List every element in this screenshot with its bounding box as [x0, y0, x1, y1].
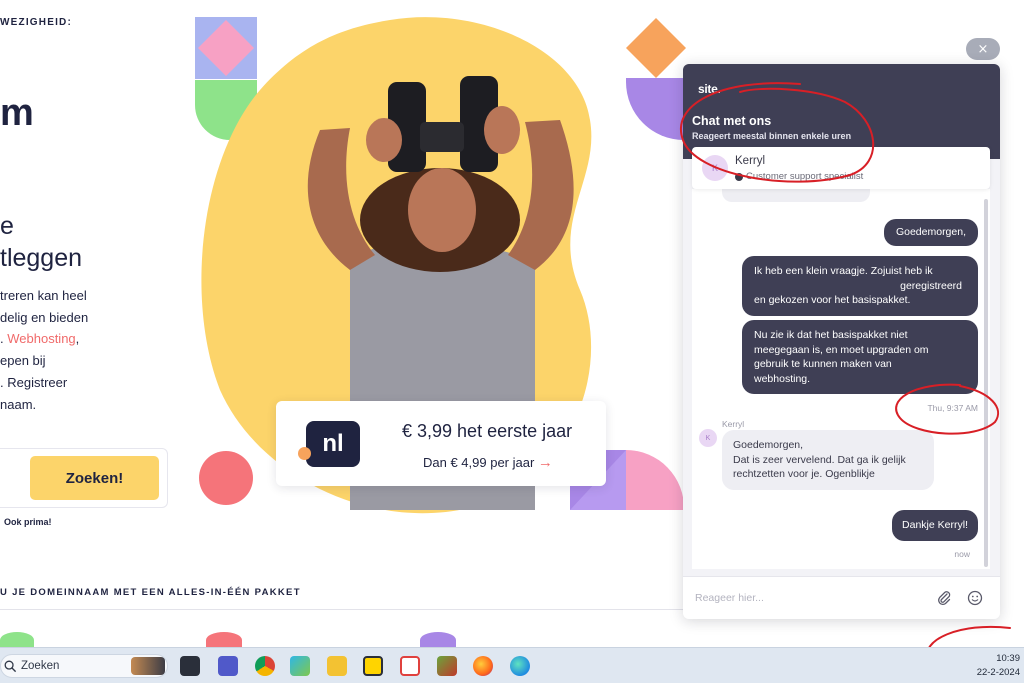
taskbar-search-label: Zoeken [21, 660, 60, 672]
search-button[interactable]: Zoeken! [30, 456, 159, 500]
coral-circle [199, 451, 253, 505]
paperclip-icon[interactable] [936, 590, 952, 606]
message-line: Nu zie ik dat het basispakket niet [754, 329, 908, 341]
paragraph-line: epen bij [0, 353, 46, 369]
message-timestamp: Thu, 9:37 AM [927, 403, 978, 413]
paragraph-line: treren kan heel [0, 288, 87, 303]
snipping-tool-icon[interactable] [400, 656, 420, 676]
agent-role: Customer support specialist [735, 171, 863, 182]
person-right-hand [484, 106, 520, 154]
price-sub[interactable]: Dan € 4,99 per jaar → [423, 454, 553, 471]
price-sub-text: Dan € 4,99 per jaar [423, 455, 535, 470]
chrome-icon[interactable] [255, 656, 275, 676]
pink-quarter-bottom [626, 449, 685, 510]
windows-taskbar: Zoeken 10:39 22-2-2024 [0, 647, 1024, 683]
feature-icon-purple [420, 632, 456, 648]
chat-widget: site. Chat met ons Reageert meestal binn… [683, 64, 1000, 619]
chat-message-input[interactable] [695, 589, 915, 607]
paragraph-line: delig en bieden [0, 309, 89, 325]
teams-icon[interactable] [218, 656, 238, 676]
reply-author: Kerryl [722, 419, 745, 429]
paragraph-line: . Registreer [0, 374, 68, 390]
section-divider [0, 609, 684, 610]
taskbar-search[interactable]: Zoeken [0, 654, 168, 678]
orange-diamond [626, 18, 686, 78]
firefox-icon[interactable] [473, 656, 493, 676]
clock-date: 22-2-2024 [976, 667, 1020, 678]
message-line: geregistreerd [900, 279, 962, 292]
agent-card: K Kerryl Customer support specialist [692, 147, 990, 189]
binoculars-bridge [420, 122, 464, 152]
message-out: Ik heb een klein vraagje. Zojuist heb ik… [742, 256, 978, 316]
message-line: gebruik te kunnen maken van [754, 358, 892, 370]
message-line: Dat is zeer vervelend. Dat ga ik gelijk [733, 453, 906, 466]
message-line: en gekozen voor het basispakket. [754, 294, 911, 306]
nl-tld-badge: nl [306, 421, 360, 467]
chat-logo: site. [698, 82, 721, 96]
message-timestamp: now [954, 549, 970, 559]
chat-response-time: Reageert meestal binnen enkele uren [692, 131, 852, 141]
chat-header: site. Chat met ons Reageert meestal binn… [683, 64, 1000, 159]
package-section-heading: U JE DOMEINNAAM MET EEN ALLES-IN-ÉÉN PAK… [0, 587, 301, 598]
chat-composer [683, 576, 1000, 619]
todo-icon[interactable] [363, 656, 383, 676]
paragraph-line: naam. [0, 396, 37, 412]
ok-text: Ook prima! [4, 517, 52, 527]
feature-icon-green [0, 632, 34, 648]
message-line: Goedemorgen, [733, 439, 804, 451]
widgets-icon[interactable] [131, 657, 165, 675]
message-out: Goedemorgen, [883, 219, 978, 246]
message-line: meegegaan is, en moet upgraden om [754, 343, 929, 356]
message-out: Nu zie ik dat het basispakket niet meege… [742, 320, 978, 394]
chat-messages[interactable]: Goedemorgen, Ik heb een klein vraagje. Z… [692, 189, 990, 569]
heading-line-2: tleggen [0, 244, 83, 272]
system-clock[interactable]: 10:39 22-2-2024 [960, 652, 1020, 680]
webhosting-link[interactable]: Webhosting [7, 331, 75, 346]
feature-icon-coral [206, 632, 242, 648]
chat-title: Chat met ons [692, 114, 772, 128]
arrow-right-icon: → [537, 454, 553, 471]
heading-line-1: e [0, 212, 14, 240]
previous-message-stub [722, 189, 870, 202]
agent-name: Kerryl [735, 155, 766, 167]
message-in: Goedemorgen, Dat is zeer vervelend. Dat … [722, 430, 934, 490]
task-view-icon[interactable] [180, 656, 200, 676]
emoji-icon[interactable] [967, 590, 983, 606]
intro-paragraph: treren kan heel delig en bieden . Webhos… [0, 285, 100, 415]
price-main: € 3,99 het eerste jaar [402, 421, 573, 441]
badge-icon [735, 172, 743, 181]
section-eyebrow: WEZIGHEID: [0, 17, 72, 28]
message-line: Ik heb een klein vraagje. Zojuist heb ik [754, 265, 933, 277]
search-icon [4, 660, 17, 673]
chat-close-button[interactable]: × [966, 38, 1000, 60]
edge-icon[interactable] [510, 656, 530, 676]
chat-scrollbar[interactable] [984, 199, 988, 567]
price-card[interactable]: nl € 3,99 het eerste jaar Dan € 4,99 per… [276, 401, 606, 486]
paragraph-text: , [75, 331, 80, 347]
logo-fragment: m [0, 92, 34, 134]
agent-avatar-small: K [699, 429, 717, 447]
person-face [408, 168, 476, 252]
agent-role-text: Customer support specialist [746, 171, 864, 182]
purple-shape [626, 78, 684, 140]
person-left-hand [366, 118, 402, 162]
message-out: Dankje Kerryl! [892, 510, 978, 541]
file-explorer-icon[interactable] [327, 656, 347, 676]
page-heading: e tleggen [0, 210, 82, 274]
nl-badge-dot [298, 447, 311, 460]
game-icon[interactable] [437, 656, 457, 676]
photos-icon[interactable] [290, 656, 310, 676]
message-line: webhosting. [754, 372, 811, 385]
paragraph-line: . Webhosting, [0, 328, 100, 350]
message-line: rechtzetten voor je. Ogenblikje [733, 468, 875, 480]
clock-time: 10:39 [996, 653, 1020, 664]
agent-avatar: K [702, 155, 728, 181]
